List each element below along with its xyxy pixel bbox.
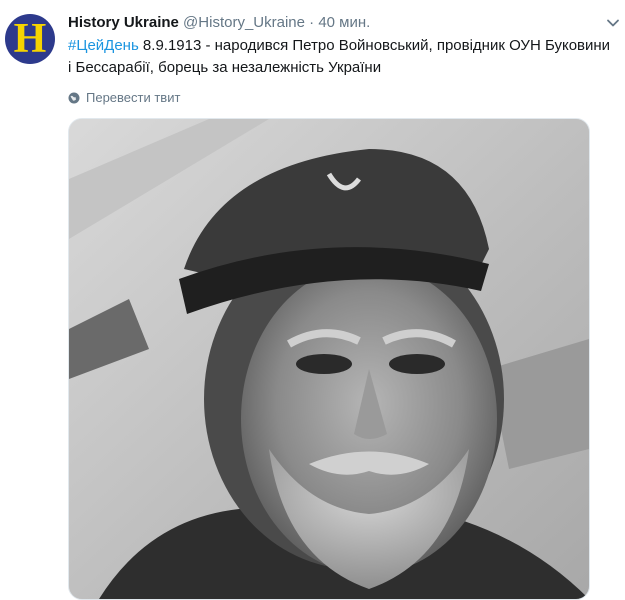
tweet-header: History Ukraine @History_Ukraine · 40 ми… [68,14,370,31]
translate-link[interactable]: Перевести твит [68,90,180,105]
avatar-letter: H [13,16,47,62]
chevron-down-icon[interactable] [606,16,620,30]
separator-dot: · [309,14,315,31]
portrait-photo [69,119,589,599]
hashtag-link[interactable]: #ЦейДень [68,37,139,54]
tweet-text-line2: і Бессарабії, борець за незалежність Укр… [68,59,382,76]
tweet-text: #ЦейДень 8.9.1913 - народився Петро Войн… [68,35,618,79]
display-name[interactable]: History Ukraine [68,14,179,31]
tweet-photo[interactable] [68,118,590,600]
globe-icon [68,92,80,103]
user-handle[interactable]: @History_Ukraine [183,14,305,31]
avatar[interactable]: H [5,14,55,64]
translate-label: Перевести твит [86,90,181,105]
tweet-text-line1: 8.9.1913 - народився Петро Войновський, … [138,37,611,54]
timestamp[interactable]: 40 мин. [318,14,370,31]
